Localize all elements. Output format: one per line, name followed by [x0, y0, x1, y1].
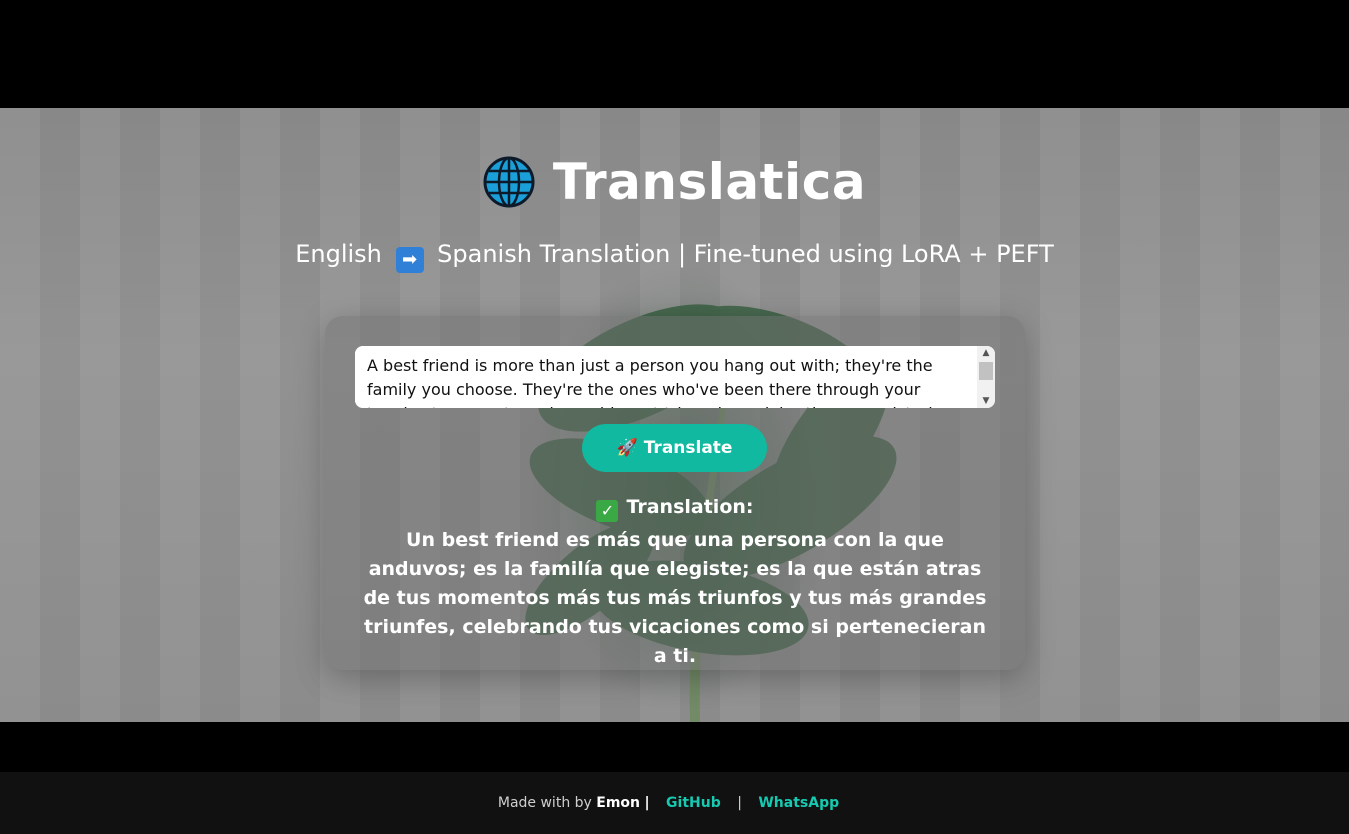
checkmark-icon: ✓ [596, 500, 619, 522]
globe-icon [483, 156, 535, 208]
source-text-input[interactable]: A best friend is more than just a person… [355, 346, 975, 408]
whatsapp-link[interactable]: WhatsApp [758, 795, 839, 811]
translation-heading: ✓ Translation: [325, 496, 1025, 522]
footer-author: Emon [596, 795, 641, 811]
top-bar [0, 0, 1349, 108]
input-container: A best friend is more than just a person… [355, 346, 995, 408]
rocket-icon: 🚀 [616, 438, 638, 458]
footer-separator-1: | [644, 795, 650, 811]
translator-card: A best friend is more than just a person… [325, 316, 1025, 670]
title-row: Translatica [0, 153, 1349, 212]
footer-separator-2: | [737, 795, 742, 811]
subtitle-source-language: English [295, 240, 382, 268]
scroll-up-arrow-icon[interactable]: ▲ [977, 346, 995, 360]
github-link[interactable]: GitHub [666, 795, 721, 811]
subtitle: English ➡ Spanish Translation | Fine-tun… [0, 240, 1349, 273]
spacer-bar [0, 722, 1349, 772]
translate-button[interactable]: 🚀 Translate [582, 424, 767, 472]
textarea-scrollbar[interactable]: ▲ ▼ [977, 346, 995, 408]
scroll-thumb[interactable] [979, 362, 993, 380]
translation-output: Un best friend es más que una persona co… [363, 529, 987, 667]
scroll-down-arrow-icon[interactable]: ▼ [977, 394, 995, 408]
translation-heading-text: Translation: [626, 496, 754, 518]
app-title: Translatica [483, 153, 866, 211]
translate-button-label: Translate [643, 438, 733, 458]
app-title-text: Translatica [552, 153, 867, 211]
footer-made-with: Made with by [497, 795, 592, 811]
hero-section: Translatica English ➡ Spanish Translatio… [0, 108, 1349, 722]
right-arrow-icon: ➡ [395, 247, 424, 273]
footer: Made with by Emon | GitHub | WhatsApp [0, 772, 1349, 834]
subtitle-description: Spanish Translation | Fine-tuned using L… [437, 240, 1054, 268]
